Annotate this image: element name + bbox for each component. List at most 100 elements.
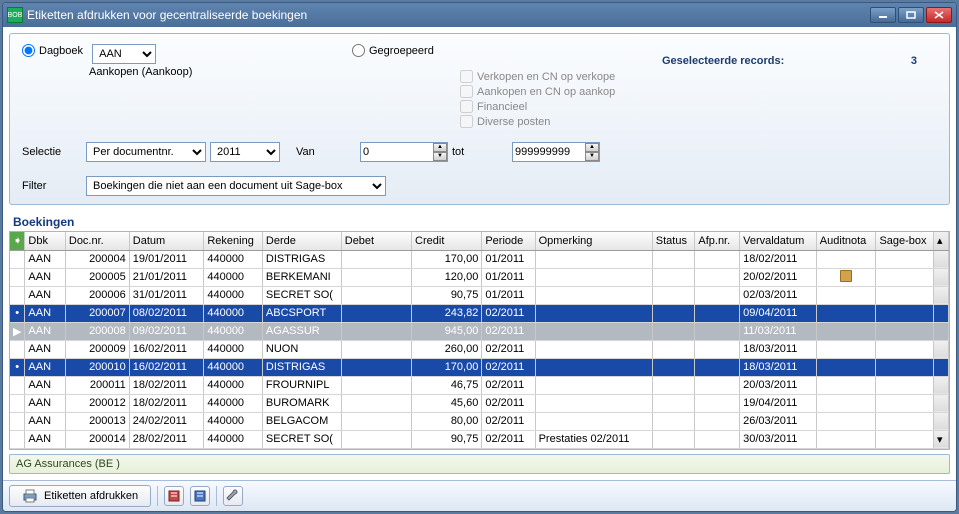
spin-down-icon[interactable]: ▼ — [585, 152, 599, 161]
minimize-button[interactable] — [870, 7, 896, 23]
col-afpnr[interactable]: Afp.nr. — [695, 232, 740, 250]
cell-datum: 08/02/2011 — [129, 304, 204, 322]
col-datum[interactable]: Datum — [129, 232, 204, 250]
scrollbar-track[interactable] — [933, 250, 948, 268]
tot-spinner[interactable]: ▲▼ — [585, 143, 599, 161]
table-row[interactable]: AAN20001218/02/2011440000BUROMARK45,6002… — [10, 394, 949, 412]
col-sagebox[interactable]: Sage-box — [876, 232, 934, 250]
table-row[interactable]: •AAN20000708/02/2011440000ABCSPORT243,82… — [10, 304, 949, 322]
table-row[interactable]: AAN20000521/01/2011440000BERKEMANI120,00… — [10, 268, 949, 286]
scroll-down-icon[interactable]: ▾ — [933, 430, 948, 448]
dagboek-radio[interactable] — [22, 44, 35, 57]
scrollbar-track[interactable] — [933, 322, 948, 340]
cell-opmerking — [535, 304, 652, 322]
cell-derde: SECRET SO( — [262, 286, 341, 304]
cell-opmerking — [535, 322, 652, 340]
check-aankopen[interactable]: Aankopen en CN op aankop — [460, 85, 662, 98]
cell-vervaldatum: 02/03/2011 — [740, 286, 817, 304]
col-auditnota[interactable]: Auditnota — [816, 232, 876, 250]
dagboek-radio-label[interactable]: Dagboek — [22, 44, 83, 57]
maximize-button[interactable] — [898, 7, 924, 23]
selectie-year-select[interactable]: 2011 — [210, 142, 280, 162]
cell-afpnr — [695, 394, 740, 412]
col-opmerking[interactable]: Opmerking — [535, 232, 652, 250]
cell-derde: ABCSPORT — [262, 304, 341, 322]
dagboek-select[interactable]: AAN — [92, 44, 156, 64]
cell-auditnota — [816, 268, 876, 286]
table-row[interactable]: AAN20001324/02/2011440000BELGACOM80,0002… — [10, 412, 949, 430]
blue-book-button[interactable] — [190, 486, 210, 506]
table-row[interactable]: AAN20000419/01/2011440000DISTRIGAS170,00… — [10, 250, 949, 268]
cell-credit: 260,00 — [412, 340, 482, 358]
cell-afpnr — [695, 430, 740, 448]
row-marker — [10, 340, 25, 358]
close-button[interactable] — [926, 7, 952, 23]
table-row[interactable]: •AAN20001016/02/2011440000DISTRIGAS170,0… — [10, 358, 949, 376]
cell-periode: 02/2011 — [482, 322, 535, 340]
col-credit[interactable]: Credit — [412, 232, 482, 250]
spin-up-icon[interactable]: ▲ — [433, 143, 447, 152]
cell-status — [652, 268, 695, 286]
scrollbar-track[interactable] — [933, 358, 948, 376]
cell-docnr: 200011 — [65, 376, 129, 394]
col-periode[interactable]: Periode — [482, 232, 535, 250]
settings-button[interactable] — [223, 486, 243, 506]
maximize-icon — [906, 11, 916, 19]
cell-status — [652, 430, 695, 448]
cell-auditnota — [816, 304, 876, 322]
cell-derde: SECRET SO( — [262, 430, 341, 448]
van-spinner[interactable]: ▲▼ — [433, 143, 447, 161]
cell-rekening: 440000 — [204, 376, 263, 394]
table-row[interactable]: ▶AAN20000809/02/2011440000AGASSUR945,000… — [10, 322, 949, 340]
cell-afpnr — [695, 340, 740, 358]
table-row[interactable]: AAN20001118/02/2011440000FROURNIPL46,750… — [10, 376, 949, 394]
cell-credit: 46,75 — [412, 376, 482, 394]
scroll-up-icon[interactable]: ▴ — [933, 232, 948, 250]
scrollbar-track[interactable] — [933, 412, 948, 430]
scrollbar-track[interactable] — [933, 340, 948, 358]
cell-debet — [341, 376, 411, 394]
col-dbk[interactable]: Dbk — [25, 232, 65, 250]
col-debet[interactable]: Debet — [341, 232, 411, 250]
col-derde[interactable]: Derde — [262, 232, 341, 250]
table-row[interactable]: AAN20001428/02/2011440000SECRET SO(90,75… — [10, 430, 949, 448]
cell-datum: 21/01/2011 — [129, 268, 204, 286]
scrollbar-track[interactable] — [933, 394, 948, 412]
check-diverse[interactable]: Diverse posten — [460, 115, 662, 128]
cell-derde: DISTRIGAS — [262, 358, 341, 376]
scrollbar-track[interactable] — [933, 304, 948, 322]
grid-title: Boekingen — [3, 211, 956, 231]
scrollbar-track[interactable] — [933, 376, 948, 394]
scrollbar-track[interactable] — [933, 268, 948, 286]
col-rekening[interactable]: Rekening — [204, 232, 263, 250]
row-marker — [10, 250, 25, 268]
cell-opmerking — [535, 358, 652, 376]
gegroepeerd-radio[interactable] — [352, 44, 365, 57]
red-book-button[interactable] — [164, 486, 184, 506]
check-verkopen[interactable]: Verkopen en CN op verkope — [460, 70, 662, 83]
cell-docnr: 200013 — [65, 412, 129, 430]
col-status[interactable]: Status — [652, 232, 695, 250]
cell-periode: 02/2011 — [482, 358, 535, 376]
cell-afpnr — [695, 412, 740, 430]
selected-records-count: 3 — [911, 55, 917, 67]
scrollbar-track[interactable] — [933, 286, 948, 304]
cell-status — [652, 286, 695, 304]
selectie-per-select[interactable]: Per documentnr. — [86, 142, 206, 162]
gegroepeerd-radio-label[interactable]: Gegroepeerd — [352, 44, 434, 57]
row-marker — [10, 286, 25, 304]
filter-select[interactable]: Boekingen die niet aan een document uit … — [86, 176, 386, 196]
check-financieel[interactable]: Financieel — [460, 100, 662, 113]
table-row[interactable]: AAN20000916/02/2011440000NUON260,0002/20… — [10, 340, 949, 358]
print-labels-button[interactable]: Etiketten afdrukken — [9, 485, 151, 507]
cell-vervaldatum: 20/03/2011 — [740, 376, 817, 394]
table-row[interactable]: AAN20000631/01/2011440000SECRET SO(90,75… — [10, 286, 949, 304]
spin-down-icon[interactable]: ▼ — [433, 152, 447, 161]
col-vervaldatum[interactable]: Vervaldatum — [740, 232, 817, 250]
cell-vervaldatum: 09/04/2011 — [740, 304, 817, 322]
boekingen-grid[interactable]: ➧ Dbk Doc.nr. Datum Rekening Derde Debet… — [9, 231, 950, 450]
spin-up-icon[interactable]: ▲ — [585, 143, 599, 152]
cell-debet — [341, 358, 411, 376]
col-docnr[interactable]: Doc.nr. — [65, 232, 129, 250]
row-marker — [10, 268, 25, 286]
